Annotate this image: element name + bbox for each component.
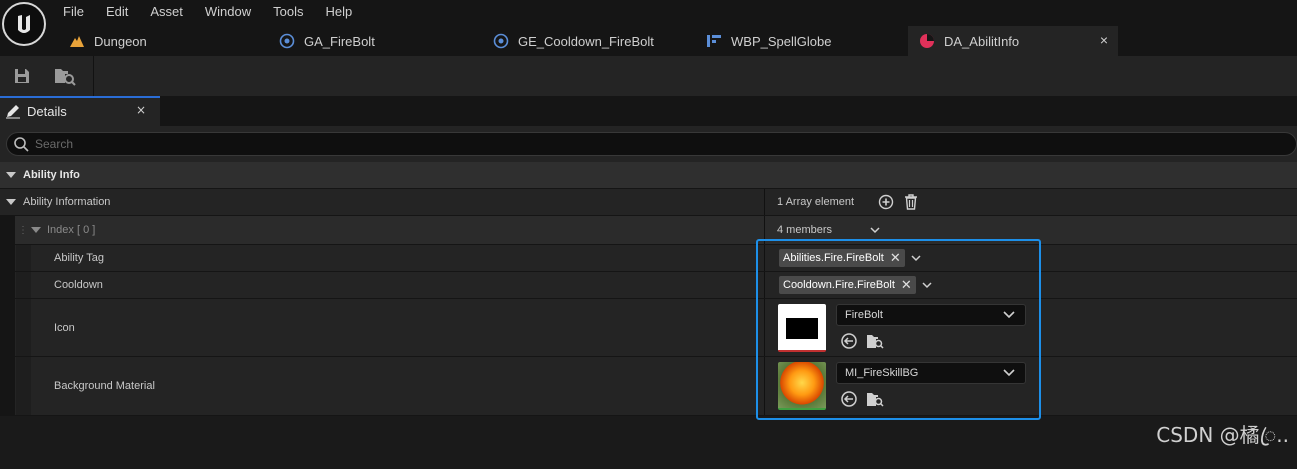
search-icon bbox=[14, 137, 29, 152]
search-input[interactable] bbox=[35, 137, 635, 151]
save-icon[interactable] bbox=[11, 65, 33, 87]
property-name: Ability Tag bbox=[54, 252, 104, 264]
chevron-down-icon[interactable] bbox=[911, 254, 921, 262]
row-cooldown: Cooldown Cooldown.Fire.FireBolt ✕ bbox=[0, 272, 1297, 299]
tab-ga-firebolt[interactable]: GA_FireBolt bbox=[268, 26, 482, 56]
gameplay-tag-chip[interactable]: Cooldown.Fire.FireBolt ✕ bbox=[779, 276, 916, 294]
texture-thumbnail[interactable] bbox=[778, 304, 826, 352]
asset-picker-combo[interactable]: MI_FireSkillBG bbox=[836, 362, 1026, 384]
menu-bar: File Edit Asset Window Tools Help bbox=[52, 0, 363, 24]
property-name: Background Material bbox=[54, 380, 155, 392]
browse-to-asset-icon[interactable] bbox=[54, 65, 76, 87]
property-grid: Ability Info Ability Information 1 Array… bbox=[0, 162, 1297, 416]
indent-guide bbox=[16, 357, 31, 415]
indent-guide bbox=[0, 245, 15, 271]
menu-asset[interactable]: Asset bbox=[139, 0, 194, 24]
toolbar bbox=[0, 56, 1297, 96]
drag-handle-icon[interactable]: ⋮ bbox=[18, 225, 28, 236]
details-tab-label: Details bbox=[27, 103, 67, 119]
indent-guide bbox=[16, 245, 31, 271]
menu-file[interactable]: File bbox=[52, 0, 95, 24]
watermark: CSDN @橘ꦿ.. bbox=[1156, 423, 1289, 447]
expand-arrow-icon[interactable] bbox=[31, 227, 41, 233]
row-index-0: ⋮ Index [ 0 ] 4 members bbox=[0, 216, 1297, 245]
expand-arrow-icon bbox=[6, 172, 16, 178]
details-tab[interactable]: Details × bbox=[0, 96, 160, 126]
chevron-down-icon[interactable] bbox=[922, 281, 932, 289]
title-bar: File Edit Asset Window Tools Help Dungeo… bbox=[0, 0, 1297, 56]
remove-tag-icon[interactable]: ✕ bbox=[901, 277, 912, 293]
browse-to-asset-icon[interactable] bbox=[866, 390, 884, 408]
trash-icon[interactable] bbox=[904, 194, 918, 210]
property-value: 4 members bbox=[765, 216, 880, 244]
property-name: Ability Information bbox=[6, 189, 110, 215]
column-divider bbox=[764, 357, 765, 415]
chevron-down-icon[interactable] bbox=[870, 226, 880, 234]
panel-tab-row: Details × bbox=[0, 96, 1297, 126]
tab-label: GE_Cooldown_FireBolt bbox=[518, 33, 654, 49]
chevron-down-icon bbox=[1003, 369, 1015, 377]
asset-picker-combo[interactable]: FireBolt bbox=[836, 304, 1026, 326]
menu-window[interactable]: Window bbox=[194, 0, 262, 24]
property-value: Abilities.Fire.FireBolt ✕ bbox=[765, 245, 921, 271]
thumbnail-image bbox=[786, 318, 818, 339]
search-box[interactable] bbox=[6, 132, 1297, 156]
blueprint-icon bbox=[492, 32, 510, 50]
tab-da-abilitinfo[interactable]: DA_AbilitInfo × bbox=[908, 26, 1118, 56]
tab-ge-cooldown-firebolt[interactable]: GE_Cooldown_FireBolt bbox=[482, 26, 695, 56]
remove-tag-icon[interactable]: ✕ bbox=[890, 250, 901, 266]
indent-guide bbox=[16, 272, 31, 298]
add-element-icon[interactable] bbox=[878, 194, 894, 210]
menu-edit[interactable]: Edit bbox=[95, 0, 139, 24]
level-icon bbox=[68, 32, 86, 50]
category-label: Ability Info bbox=[23, 169, 80, 181]
unreal-logo-icon[interactable] bbox=[2, 2, 46, 46]
menu-tools[interactable]: Tools bbox=[262, 0, 314, 24]
expand-arrow-icon[interactable] bbox=[6, 199, 16, 205]
tab-label: WBP_SpellGlobe bbox=[731, 33, 832, 49]
tab-label: GA_FireBolt bbox=[304, 33, 375, 49]
material-thumbnail[interactable] bbox=[778, 362, 826, 410]
category-ability-info[interactable]: Ability Info bbox=[0, 162, 1297, 189]
close-icon[interactable]: × bbox=[136, 103, 146, 117]
chevron-down-icon bbox=[1003, 311, 1015, 319]
blueprint-icon bbox=[278, 32, 296, 50]
tab-dungeon[interactable]: Dungeon bbox=[58, 26, 268, 56]
indent-guide bbox=[0, 299, 15, 356]
menu-help[interactable]: Help bbox=[314, 0, 363, 24]
tab-label: Dungeon bbox=[94, 33, 147, 49]
browse-to-asset-icon[interactable] bbox=[866, 332, 884, 350]
widget-blueprint-icon bbox=[705, 32, 723, 50]
indent-guide bbox=[0, 216, 15, 244]
property-name: Icon bbox=[54, 321, 75, 334]
property-name: ⋮ Index [ 0 ] bbox=[18, 224, 96, 236]
row-background-material: Background Material MI_FireSkillBG bbox=[0, 357, 1297, 416]
indent-guide bbox=[0, 357, 15, 415]
category-header: Ability Info bbox=[6, 162, 80, 188]
use-selected-asset-icon[interactable] bbox=[840, 332, 858, 350]
column-divider bbox=[764, 299, 765, 356]
close-icon[interactable]: × bbox=[1100, 32, 1108, 48]
property-value: Cooldown.Fire.FireBolt ✕ bbox=[765, 272, 932, 298]
gameplay-tag-chip[interactable]: Abilities.Fire.FireBolt ✕ bbox=[779, 249, 905, 267]
row-icon: Icon FireBolt bbox=[0, 299, 1297, 357]
search-row bbox=[0, 126, 1297, 162]
tab-label: DA_AbilitInfo bbox=[944, 33, 1020, 49]
property-name: Cooldown bbox=[54, 279, 103, 291]
row-ability-tag: Ability Tag Abilities.Fire.FireBolt ✕ bbox=[0, 245, 1297, 272]
tab-wbp-spellglobe[interactable]: WBP_SpellGlobe bbox=[695, 26, 908, 56]
pencil-icon bbox=[6, 105, 20, 119]
indent-guide bbox=[0, 272, 15, 298]
document-tabs: Dungeon GA_FireBolt GE_Cooldown_FireBolt… bbox=[58, 26, 1118, 56]
active-tab-accent bbox=[0, 96, 160, 98]
use-selected-asset-icon[interactable] bbox=[840, 390, 858, 408]
property-value: 1 Array element bbox=[765, 189, 918, 215]
data-asset-icon bbox=[918, 32, 936, 50]
toolbar-divider bbox=[93, 56, 94, 96]
row-ability-information: Ability Information 1 Array element bbox=[0, 189, 1297, 216]
indent-guide bbox=[16, 299, 31, 356]
